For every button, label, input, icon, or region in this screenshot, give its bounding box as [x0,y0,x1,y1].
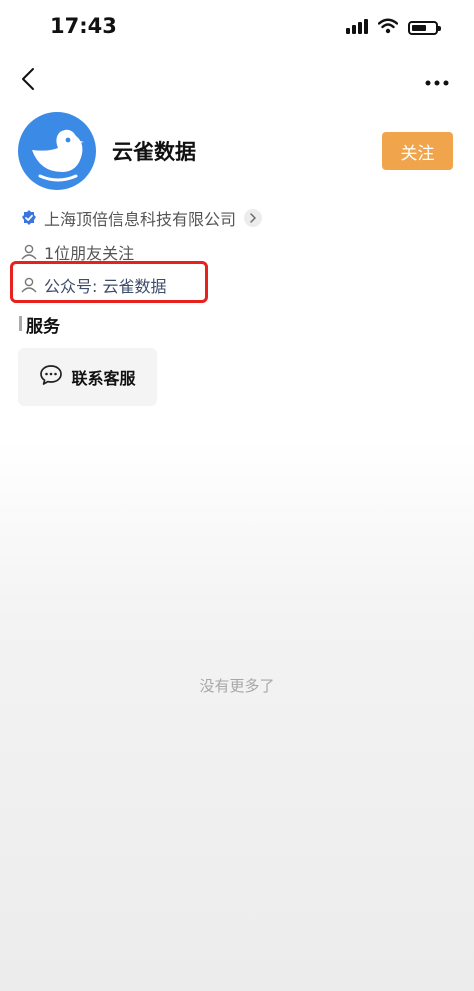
company-name: 上海顶倍信息科技有限公司 [44,210,237,229]
chevron-left-icon [21,67,35,95]
contact-support-button[interactable]: 联系客服 [18,348,157,406]
back-button[interactable] [14,64,42,98]
no-more-text: 没有更多了 [199,677,275,695]
highlight-box [10,261,208,303]
follow-button[interactable]: 关注 [382,132,453,170]
person-icon [20,243,38,261]
more-horizontal-icon [425,71,449,90]
company-row[interactable]: 上海顶倍信息科技有限公司 [20,206,263,230]
avatar [18,112,96,190]
verified-badge-icon [20,209,38,227]
wifi-icon [377,18,399,38]
section-marker [19,316,22,331]
bird-logo-icon [18,129,96,190]
contact-support-label: 联系客服 [71,369,136,388]
account-name: 云雀数据 [112,140,196,164]
status-time: 17:43 [50,14,117,38]
more-options-button[interactable] [422,70,452,90]
cellular-signal-icon [346,18,368,38]
battery-level-fill [412,25,426,31]
battery-icon [408,21,441,35]
chat-bubble-icon [39,364,63,390]
status-icons [346,18,441,38]
services-title: 服务 [26,317,60,337]
chevron-right-icon [244,209,263,227]
